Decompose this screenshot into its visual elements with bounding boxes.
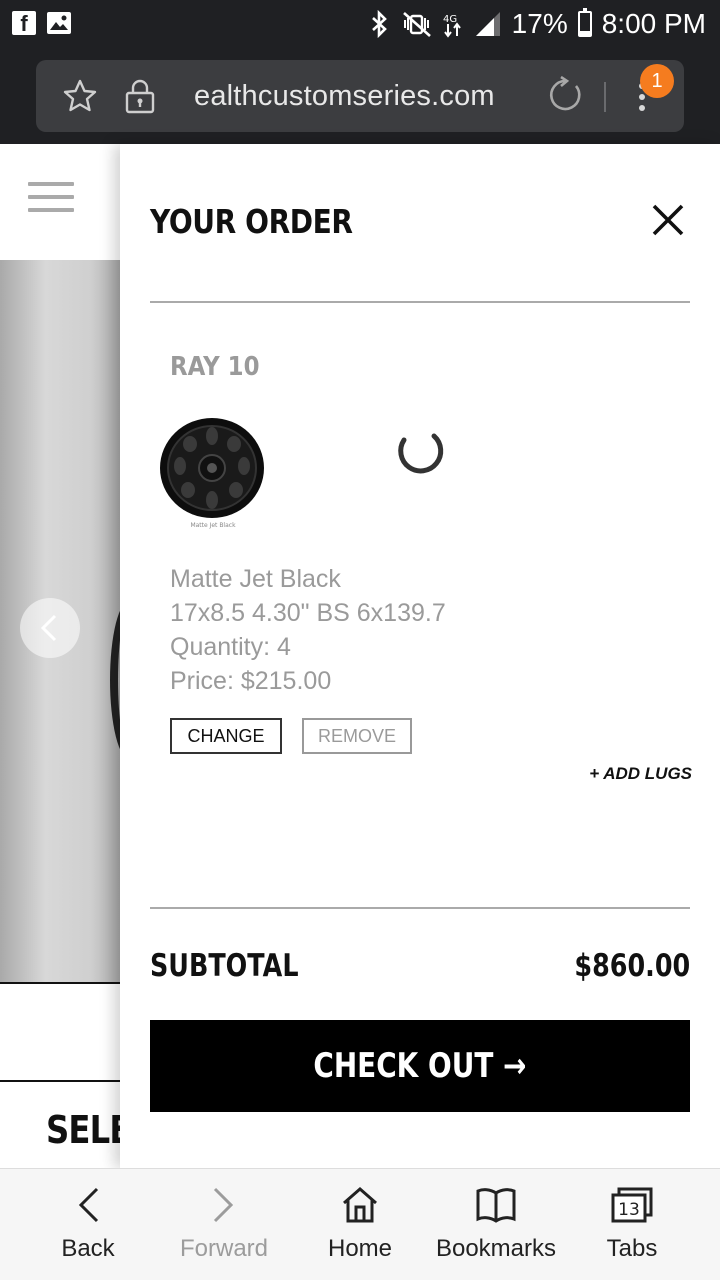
wheel-image: Matte Jet Black xyxy=(160,418,264,529)
product-spec: 17x8.5 4.30" BS 6x139.7 xyxy=(170,599,446,627)
close-icon[interactable] xyxy=(648,200,688,240)
forward-label: Forward xyxy=(179,1235,269,1262)
product-details: Matte Jet Black 17x8.5 4.30" BS 6x139.7 … xyxy=(170,562,446,698)
data-icon: 4G xyxy=(443,14,461,38)
subtotal-value: $860.00 xyxy=(574,948,690,984)
product-finish: Matte Jet Black xyxy=(170,565,341,593)
hero-image xyxy=(0,260,130,982)
background-panel xyxy=(0,982,130,1082)
wheel-image-caption: Matte Jet Black xyxy=(190,522,236,529)
home-icon xyxy=(343,1187,377,1223)
tabs-icon: 13 xyxy=(611,1187,653,1223)
carousel-prev-button[interactable] xyxy=(20,598,80,658)
reload-icon[interactable] xyxy=(546,76,584,114)
subtotal-label: SUBTOTAL xyxy=(150,948,299,984)
product-quantity: Quantity: 4 xyxy=(170,633,291,661)
tabs-label: Tabs xyxy=(606,1235,658,1262)
back-arrow-icon xyxy=(78,1187,99,1223)
product-price: Price: $215.00 xyxy=(170,667,332,695)
home-label: Home xyxy=(327,1235,393,1262)
order-drawer: YOUR ORDER RAY 10 Matte Jet Black Matte … xyxy=(120,144,720,1168)
facebook-icon: f xyxy=(12,11,36,35)
svg-text:4G: 4G xyxy=(443,14,457,25)
back-button[interactable]: Back xyxy=(16,1169,160,1280)
lock-icon xyxy=(125,79,155,114)
browser-bottom-nav: Back Forward Home Bookmarks 13 Tabs xyxy=(0,1168,720,1280)
battery-percent: 17% xyxy=(511,8,568,39)
address-bar[interactable]: ealthcustomseries.com 1 xyxy=(36,60,684,132)
status-bar: f 4G 17% 8:00 PM xyxy=(0,0,720,50)
tabs-button[interactable]: 13 Tabs xyxy=(560,1169,704,1280)
battery-fill xyxy=(579,31,590,35)
star-icon[interactable] xyxy=(62,78,98,114)
checkout-button[interactable]: CHECK OUT → xyxy=(150,1020,690,1112)
top-divider xyxy=(150,301,690,303)
home-button[interactable]: Home xyxy=(288,1169,432,1280)
battery-icon xyxy=(577,8,592,37)
toolbar-divider xyxy=(604,82,606,112)
gallery-icon xyxy=(47,12,71,34)
forward-arrow-icon xyxy=(213,1187,234,1223)
clock: 8:00 PM xyxy=(601,8,706,39)
signal-icon xyxy=(475,12,500,36)
bookmarks-button[interactable]: Bookmarks xyxy=(424,1169,568,1280)
forward-button[interactable]: Forward xyxy=(152,1169,296,1280)
bookmarks-label: Bookmarks xyxy=(435,1235,557,1262)
url-text[interactable]: ealthcustomseries.com xyxy=(194,80,495,113)
menu-notification-badge: 1 xyxy=(640,64,674,98)
subtotal-divider xyxy=(150,907,690,909)
loading-spinner-icon xyxy=(398,433,444,474)
vibrate-mute-icon xyxy=(402,12,431,37)
drawer-title: YOUR ORDER xyxy=(150,202,353,241)
remove-button[interactable]: REMOVE xyxy=(302,718,412,754)
change-button[interactable]: CHANGE xyxy=(170,718,282,754)
checkout-label: CHECK OUT → xyxy=(313,1046,527,1086)
bluetooth-icon xyxy=(371,10,387,38)
browser-toolbar: ealthcustomseries.com 1 xyxy=(0,50,720,144)
chevron-left-icon xyxy=(40,614,57,642)
tabs-count: 13 xyxy=(618,1200,640,1220)
product-name: RAY 10 xyxy=(170,352,260,382)
hamburger-menu-icon[interactable] xyxy=(28,182,74,214)
back-label: Back xyxy=(61,1235,115,1262)
add-lugs-link[interactable]: + ADD LUGS xyxy=(589,764,692,784)
bookmarks-icon xyxy=(476,1188,516,1223)
select-heading: SELE xyxy=(0,1082,131,1168)
